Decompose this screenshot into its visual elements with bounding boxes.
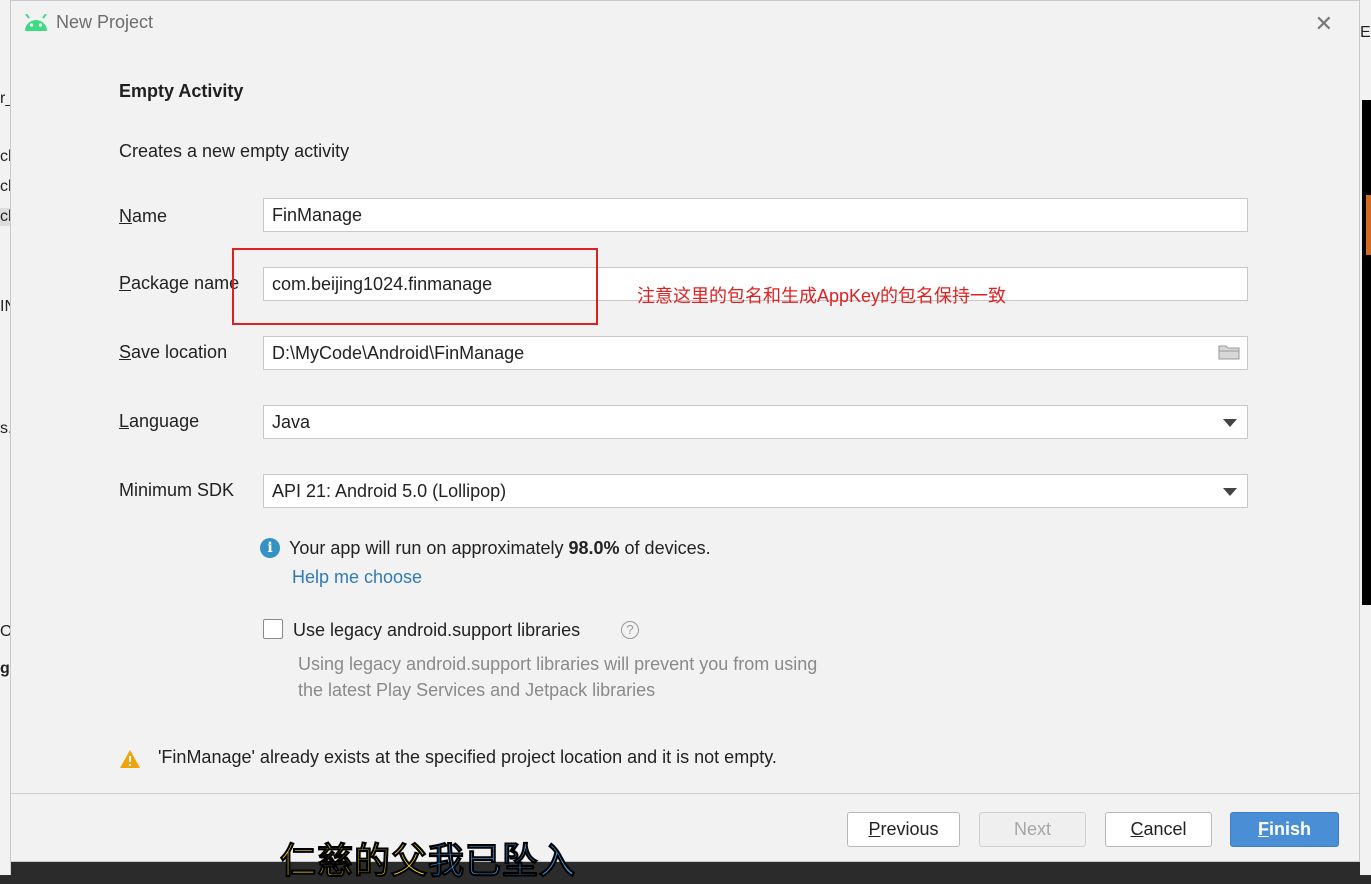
chevron-down-icon xyxy=(1223,419,1237,427)
video-subtitle: 仁慈的父我已坠入 xyxy=(279,832,577,884)
legacy-note-line: the latest Play Services and Jetpack lib… xyxy=(298,680,656,700)
footer-divider xyxy=(11,793,1359,794)
bg-fragment: Er xyxy=(1360,24,1371,41)
bg-device-frame xyxy=(1362,100,1371,605)
minimum-sdk-label: Minimum SDK xyxy=(119,480,235,500)
name-input[interactable] xyxy=(263,198,1248,232)
bg-fragment: Ou xyxy=(0,623,10,640)
name-label: Name xyxy=(119,206,168,226)
next-button[interactable]: Next xyxy=(979,812,1086,847)
bg-fragment: cl xyxy=(0,148,10,165)
dialog-titlebar: New Project ✕ xyxy=(11,1,1359,45)
folder-icon[interactable] xyxy=(1218,344,1240,360)
legacy-support-note: Using legacy android.support libraries w… xyxy=(298,651,817,703)
android-icon xyxy=(25,14,47,31)
annotation-text: 注意这里的包名和生成AppKey的包名保持一致 xyxy=(637,286,1007,306)
finish-button[interactable]: Finish xyxy=(1230,812,1339,847)
legacy-support-label[interactable]: Use legacy android.support libraries xyxy=(293,620,580,641)
bg-fragment: r_ xyxy=(0,90,10,107)
new-project-dialog: New Project ✕ Empty Activity Creates a n… xyxy=(10,0,1360,862)
close-icon[interactable]: ✕ xyxy=(1315,11,1333,37)
cancel-button[interactable]: Cancel xyxy=(1105,812,1212,847)
bg-device-accent xyxy=(1366,195,1371,255)
save-location-wrapper xyxy=(263,336,1248,370)
video-subtitle-part: 我已坠入 xyxy=(428,841,577,883)
minimum-sdk-value: API 21: Android 5.0 (Lollipop) xyxy=(272,480,507,501)
bg-fragment: g xyxy=(0,660,10,677)
help-question-icon[interactable]: ? xyxy=(621,621,639,639)
warning-text: 'FinManage' already exists at the specif… xyxy=(158,747,777,767)
video-subtitle-part: 仁慈的父 xyxy=(279,841,429,883)
language-label: Language xyxy=(119,411,200,431)
background-ide-right: Er xyxy=(1360,0,1371,875)
legacy-note-line: Using legacy android.support libraries w… xyxy=(298,654,818,674)
previous-button[interactable]: Previous xyxy=(847,812,960,847)
annotation-highlight-box xyxy=(232,248,598,325)
bg-fragment: s. xyxy=(0,420,10,437)
info-icon: i xyxy=(260,538,280,558)
legacy-support-checkbox[interactable] xyxy=(263,619,283,639)
help-me-choose-link[interactable]: Help me choose xyxy=(292,567,422,588)
language-value: Java xyxy=(272,411,311,432)
bg-fragment: cl xyxy=(0,208,10,226)
save-location-input[interactable] xyxy=(263,336,1248,370)
window-title: New Project xyxy=(56,12,154,32)
page-subtitle: Creates a new empty activity xyxy=(119,141,350,161)
save-location-label: Save location xyxy=(119,342,228,362)
warning-icon xyxy=(120,750,140,768)
page-title: Empty Activity xyxy=(119,81,244,101)
chevron-down-icon xyxy=(1223,488,1237,496)
package-name-label: Package name xyxy=(119,273,240,293)
bg-fragment: IN xyxy=(0,298,10,315)
minimum-sdk-select[interactable]: API 21: Android 5.0 (Lollipop) xyxy=(263,474,1248,508)
language-select[interactable]: Java xyxy=(263,405,1248,439)
bg-fragment: cl xyxy=(0,178,10,195)
device-coverage-text: Your app will run on approximately 98.0%… xyxy=(289,538,711,558)
